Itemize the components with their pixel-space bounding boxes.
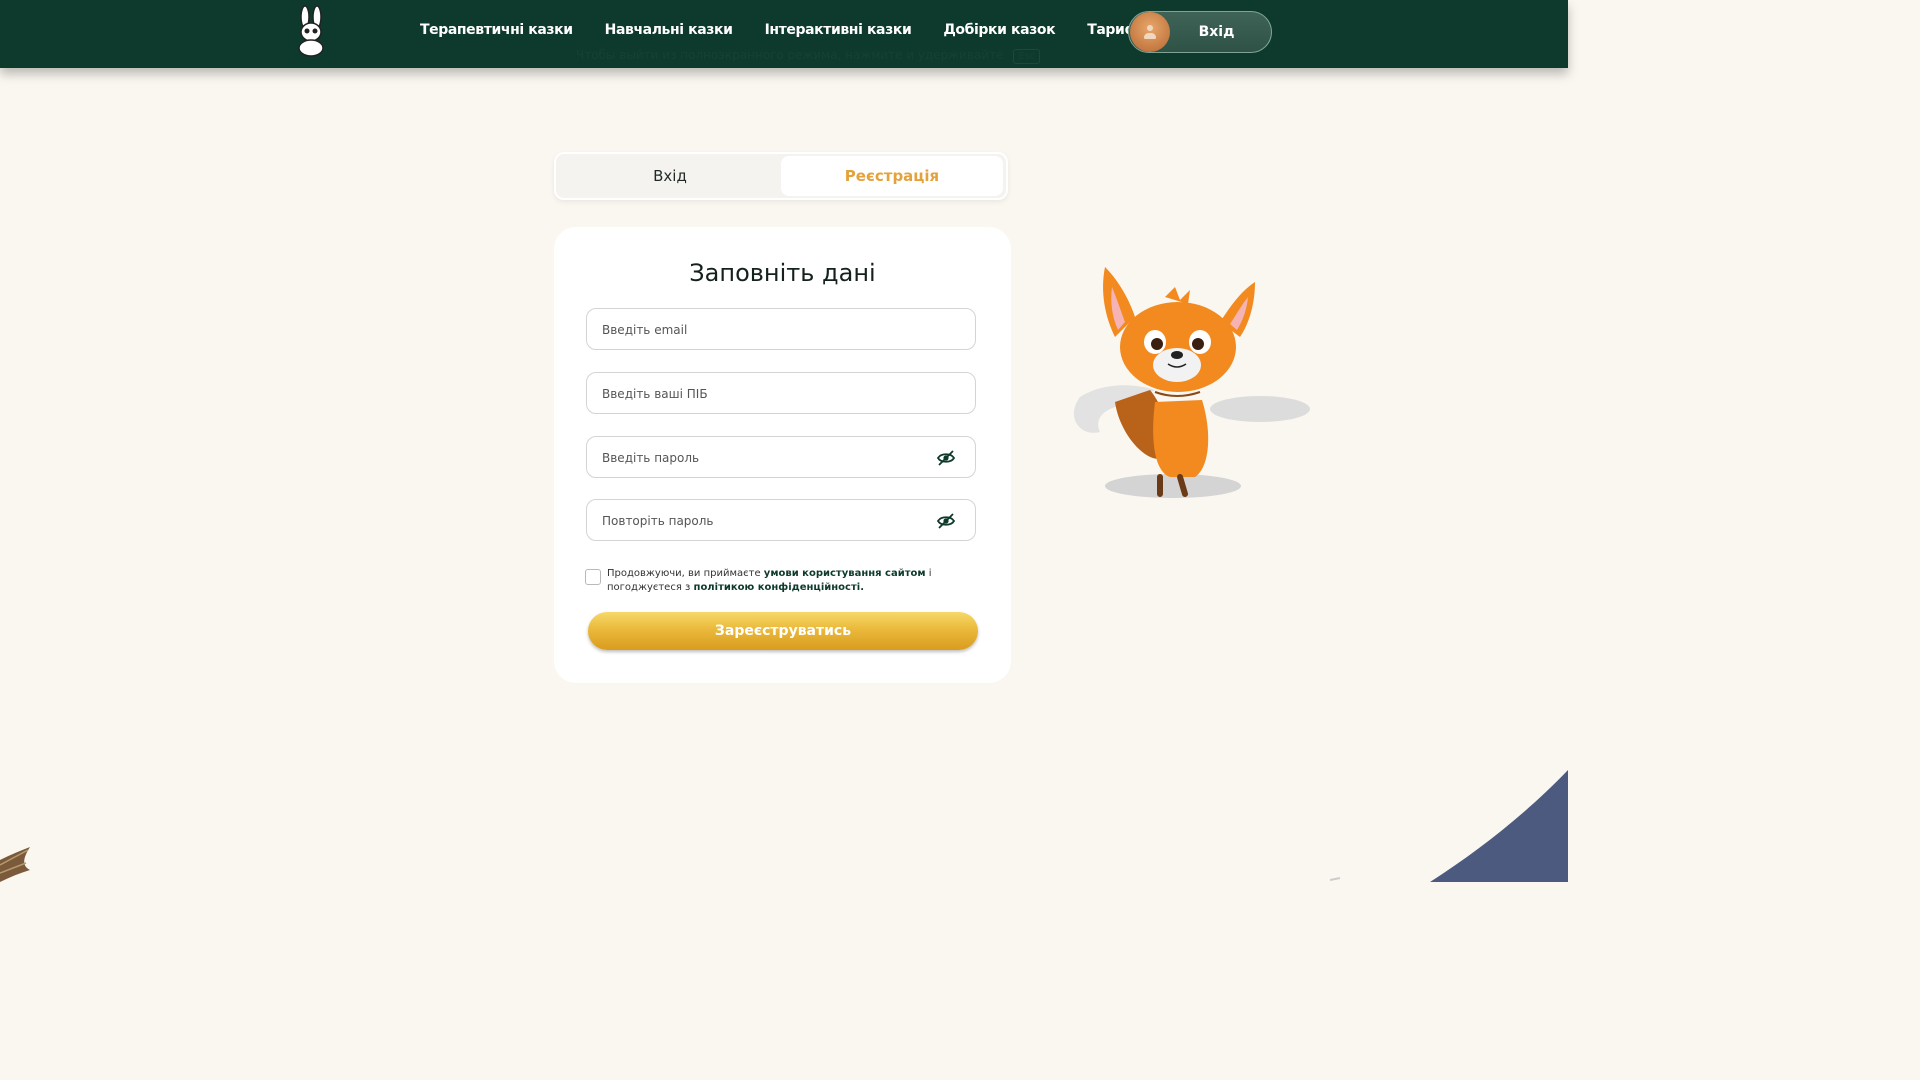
fullscreen-hint-text: Чтобы выйти из полноэкранного режима, на… [576, 48, 1004, 62]
bunny-logo-icon[interactable] [290, 5, 332, 57]
registration-card: Заповніть дані Продовжуючи, ви приймаєте… [554, 227, 1011, 683]
consent-text: Продовжуючи, ви приймаєте умови користув… [607, 567, 987, 595]
register-button[interactable]: Зареєструватись [588, 612, 978, 650]
nav-therapeutic-tales[interactable]: Терапевтичні казки [420, 22, 573, 38]
nav-tale-collections[interactable]: Добірки казок [943, 22, 1055, 38]
site-header: Терапевтичні казки Навчальні казки Інтер… [0, 0, 1568, 68]
full-name-input[interactable] [600, 374, 934, 414]
fox-mascot-illustration [1073, 267, 1310, 498]
eye-slash-icon[interactable] [937, 450, 955, 466]
tab-register[interactable]: Реєстрація [781, 156, 1003, 196]
consent-prefix: Продовжуючи, ви приймаєте [607, 568, 764, 579]
main-nav: Терапевтичні казки Навчальні казки Інтер… [420, 22, 1148, 38]
nav-educational-tales[interactable]: Навчальні казки [605, 22, 733, 38]
repeat-password-input[interactable] [600, 501, 934, 541]
email-input[interactable] [600, 310, 934, 350]
privacy-policy-link[interactable]: політикою конфіденційності [694, 582, 861, 593]
header-login-button[interactable]: Вхід [1128, 11, 1272, 53]
auth-tabs: Вхід Реєстрація [554, 152, 1008, 200]
decorative-feather-shape [0, 847, 30, 882]
repeat-password-field-wrapper [586, 499, 976, 541]
eye-slash-icon[interactable] [937, 513, 955, 529]
password-field-wrapper [586, 436, 976, 478]
header-login-label: Вхід [1198, 24, 1235, 40]
email-field-wrapper [586, 308, 976, 350]
esc-key-label: Esc [1013, 49, 1041, 64]
full-name-field-wrapper [586, 372, 976, 414]
decorative-corner-shape [1330, 770, 1568, 882]
consent-checkbox[interactable] [585, 569, 601, 585]
fullscreen-hint: Чтобы выйти из полноэкранного режима, на… [576, 48, 1041, 64]
nav-interactive-tales[interactable]: Інтерактивні казки [765, 22, 912, 38]
consent-suffix: . [860, 582, 864, 593]
user-avatar-icon [1130, 12, 1170, 52]
tab-login[interactable]: Вхід [559, 156, 781, 196]
terms-link[interactable]: умови користування сайтом [764, 568, 926, 579]
form-title: Заповніть дані [689, 259, 876, 287]
password-input[interactable] [600, 438, 934, 478]
